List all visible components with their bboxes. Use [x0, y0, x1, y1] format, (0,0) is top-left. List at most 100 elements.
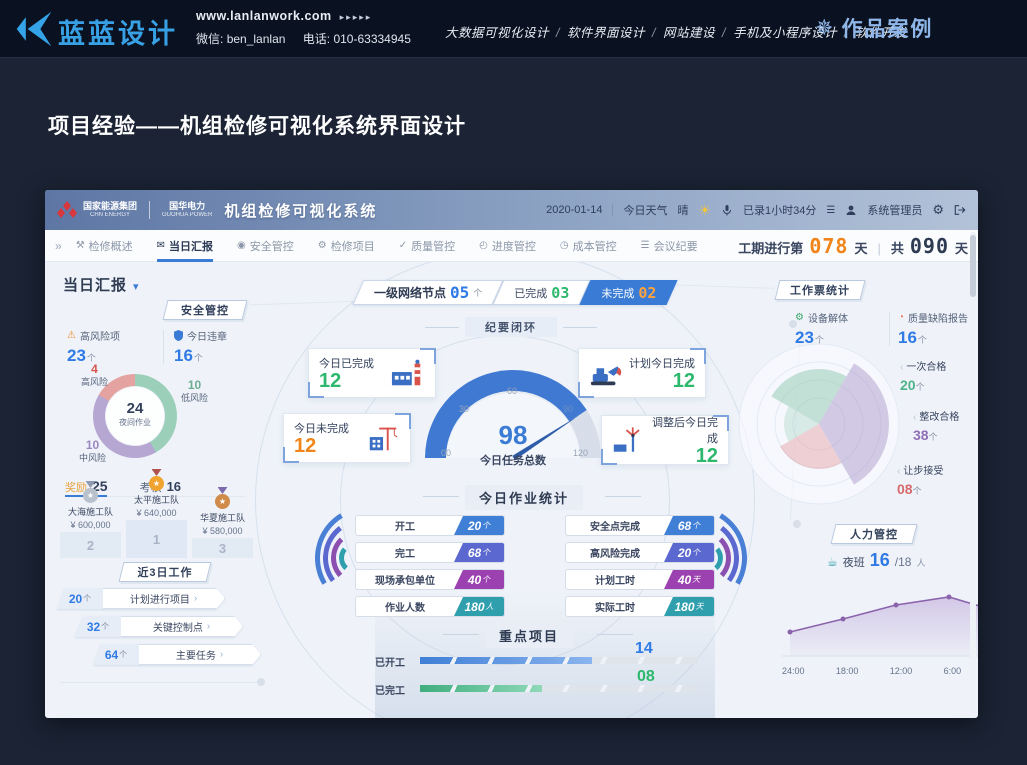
q-value: 38 — [913, 427, 929, 443]
brand-name: 蓝蓝设计 — [58, 12, 178, 51]
manpower-badge[interactable]: 人力管控 — [833, 524, 915, 544]
portfolio-label: 作品案例 — [841, 13, 933, 43]
pill-value: 20 — [678, 546, 691, 560]
gear-icon[interactable]: ⚙ — [932, 202, 944, 218]
chn-energy-logo-icon — [57, 200, 77, 220]
recent-item-main-tasks[interactable]: 64个 主要任务› — [93, 644, 261, 665]
donut-center: 24 夜间作业 — [93, 400, 177, 428]
quality-concession: ‹让步接受 08个 — [897, 462, 943, 497]
star-icon: ✵ — [815, 15, 833, 41]
service-item: 网站建设 — [663, 26, 715, 40]
night-label: 夜班 — [843, 554, 865, 570]
date-text: 2020-01-14 — [546, 204, 602, 216]
tab-cost[interactable]: ◷成本管控 — [560, 230, 617, 262]
connector-dot — [793, 520, 801, 528]
gold-medal-icon: ★ — [149, 476, 164, 491]
node-undone-segment: 未完成 02 — [585, 280, 672, 305]
record-duration: 已录1小时34分 — [743, 202, 816, 218]
pill-label: 现场承包单位 — [356, 572, 454, 587]
scrollbar-thumb[interactable] — [970, 235, 976, 297]
clock-icon: ◷ — [560, 240, 569, 251]
pill-unit: 人 — [486, 601, 494, 612]
q-value: 20 — [900, 377, 916, 393]
wrench-icon: ⚒ — [76, 240, 85, 251]
tab-overview[interactable]: ⚒检修概述 — [76, 230, 133, 262]
username[interactable]: 系统管理员 — [867, 202, 922, 218]
progress-clock-icon: ◴ — [479, 240, 488, 251]
tab-daily-report[interactable]: ✉当日汇报 — [157, 230, 213, 262]
pill-unit: 天 — [696, 601, 704, 612]
card-adjusted-today: 调整后今日完成12 — [601, 415, 729, 465]
chevron-right-icon: › — [194, 593, 197, 604]
dash-line — [563, 327, 597, 328]
kp-finished-bar — [420, 685, 698, 692]
website-link[interactable]: www.lanlanwork.com — [196, 9, 332, 23]
quality-polar-chart — [737, 342, 902, 507]
site-topbar: 蓝蓝设计 www.lanlanwork.com▸▸▸▸▸ 微信: ben_lan… — [0, 0, 1027, 58]
recent-work-badge[interactable]: 近3日工作 — [121, 562, 209, 582]
dashboard-tabbar: » ⚒检修概述 ✉当日汇报 ◉安全管控 ⚙检修项目 ✓质量管控 ◴进度管控 ◷成… — [45, 230, 978, 262]
pill-label: 作业人数 — [356, 599, 454, 614]
pie-icon: ◔ — [898, 312, 904, 323]
recent-item-planned[interactable]: 20个 计划进行项目› — [57, 588, 225, 609]
card-value: 12 — [319, 371, 374, 391]
x-label: 18:00 — [836, 666, 859, 676]
mic-icon[interactable] — [721, 204, 733, 216]
list-icon[interactable]: ☰ — [826, 205, 835, 216]
pill-safety-points: 安全点完成68个 — [565, 515, 715, 536]
tab-quality[interactable]: ✓质量管控 — [399, 230, 455, 262]
divider — [163, 330, 164, 364]
dashboard-header: 国家能源集团CHN ENERGY 国华电力GUOHUA POWER 机组检修可视… — [45, 190, 978, 230]
exit-icon[interactable] — [954, 204, 966, 216]
team-ranking-podium: ★ 大海施工队 ¥ 600,000 2 ★ 太平施工队 ¥ 640,000 1 … — [60, 472, 253, 558]
pill-label: 安全点完成 — [566, 518, 664, 533]
arrows-icon: ▸▸▸▸▸ — [340, 12, 373, 22]
org1-name-en: CHN ENERGY — [83, 212, 137, 219]
pill-value: 180 — [464, 600, 484, 614]
q-unit: 个 — [913, 486, 922, 496]
gauge-tick: 90 — [563, 404, 573, 414]
bronze-medal-icon: ★ — [215, 494, 230, 509]
q-unit: 个 — [929, 432, 938, 442]
donut-center-label: 夜间作业 — [93, 417, 177, 428]
night-total: /18 — [895, 555, 912, 569]
connector-dot — [257, 678, 265, 686]
factory-icon — [391, 358, 425, 388]
scrollbar-track[interactable] — [970, 232, 976, 714]
stat-label: 今日违章 — [187, 328, 227, 343]
card-label: 今日已完成 — [319, 355, 374, 371]
card-value: 12 — [644, 446, 718, 466]
safety-control-badge[interactable]: 安全管控 — [165, 300, 245, 320]
wind-turbine-icon — [612, 425, 644, 455]
network-node-banner: 一级网络节点 05 个 已完成 03 未完成 02 — [358, 280, 672, 305]
work-ticket-badge[interactable]: 工作票统计 — [777, 280, 863, 300]
podium-base: 3 — [192, 538, 253, 558]
stat-label: 质量缺陷报告 — [908, 310, 968, 325]
recent-item-control-points[interactable]: 32个 关键控制点› — [75, 616, 243, 637]
pill-value: 68 — [468, 546, 481, 560]
gauge-tick: 30 — [459, 404, 469, 414]
check-icon: ✓ — [399, 240, 407, 251]
pill-started: 开工20个 — [355, 515, 505, 536]
slash-separator: / — [556, 26, 560, 40]
tab-safety[interactable]: ◉安全管控 — [237, 230, 294, 262]
caret-down-icon: ▾ — [133, 281, 140, 293]
header-right: 2020-01-14 今日天气 晴 ☀ 已录1小时34分 ☰ 系统管理员 ⚙ — [546, 202, 966, 219]
chevron-left-icon: ‹ — [900, 362, 903, 373]
tab-projects[interactable]: ⚙检修项目 — [318, 230, 375, 262]
kp-started-bar — [420, 657, 698, 664]
daily-report-dropdown[interactable]: 当日汇报▾ — [63, 274, 140, 295]
tab-progress[interactable]: ◴进度管控 — [479, 230, 536, 262]
report-icon: ✉ — [157, 240, 165, 251]
card-uncompleted-today: 今日未完成12 — [283, 413, 411, 463]
period-total-days: 090 — [910, 234, 949, 258]
silver-medal-icon: ★ — [83, 488, 98, 503]
sun-icon: ☀ — [698, 202, 711, 219]
tab-minutes[interactable]: ☰会议纪要 — [641, 230, 698, 262]
chevron-left-icon: ‹ — [913, 412, 916, 423]
connector-line — [667, 284, 775, 289]
shield-icon — [174, 330, 183, 341]
portfolio-nav[interactable]: ✵ 作品案例 — [815, 13, 933, 43]
pill-planned-hours: 计划工时40天 — [565, 569, 715, 590]
collapse-icon[interactable]: » — [55, 239, 62, 253]
